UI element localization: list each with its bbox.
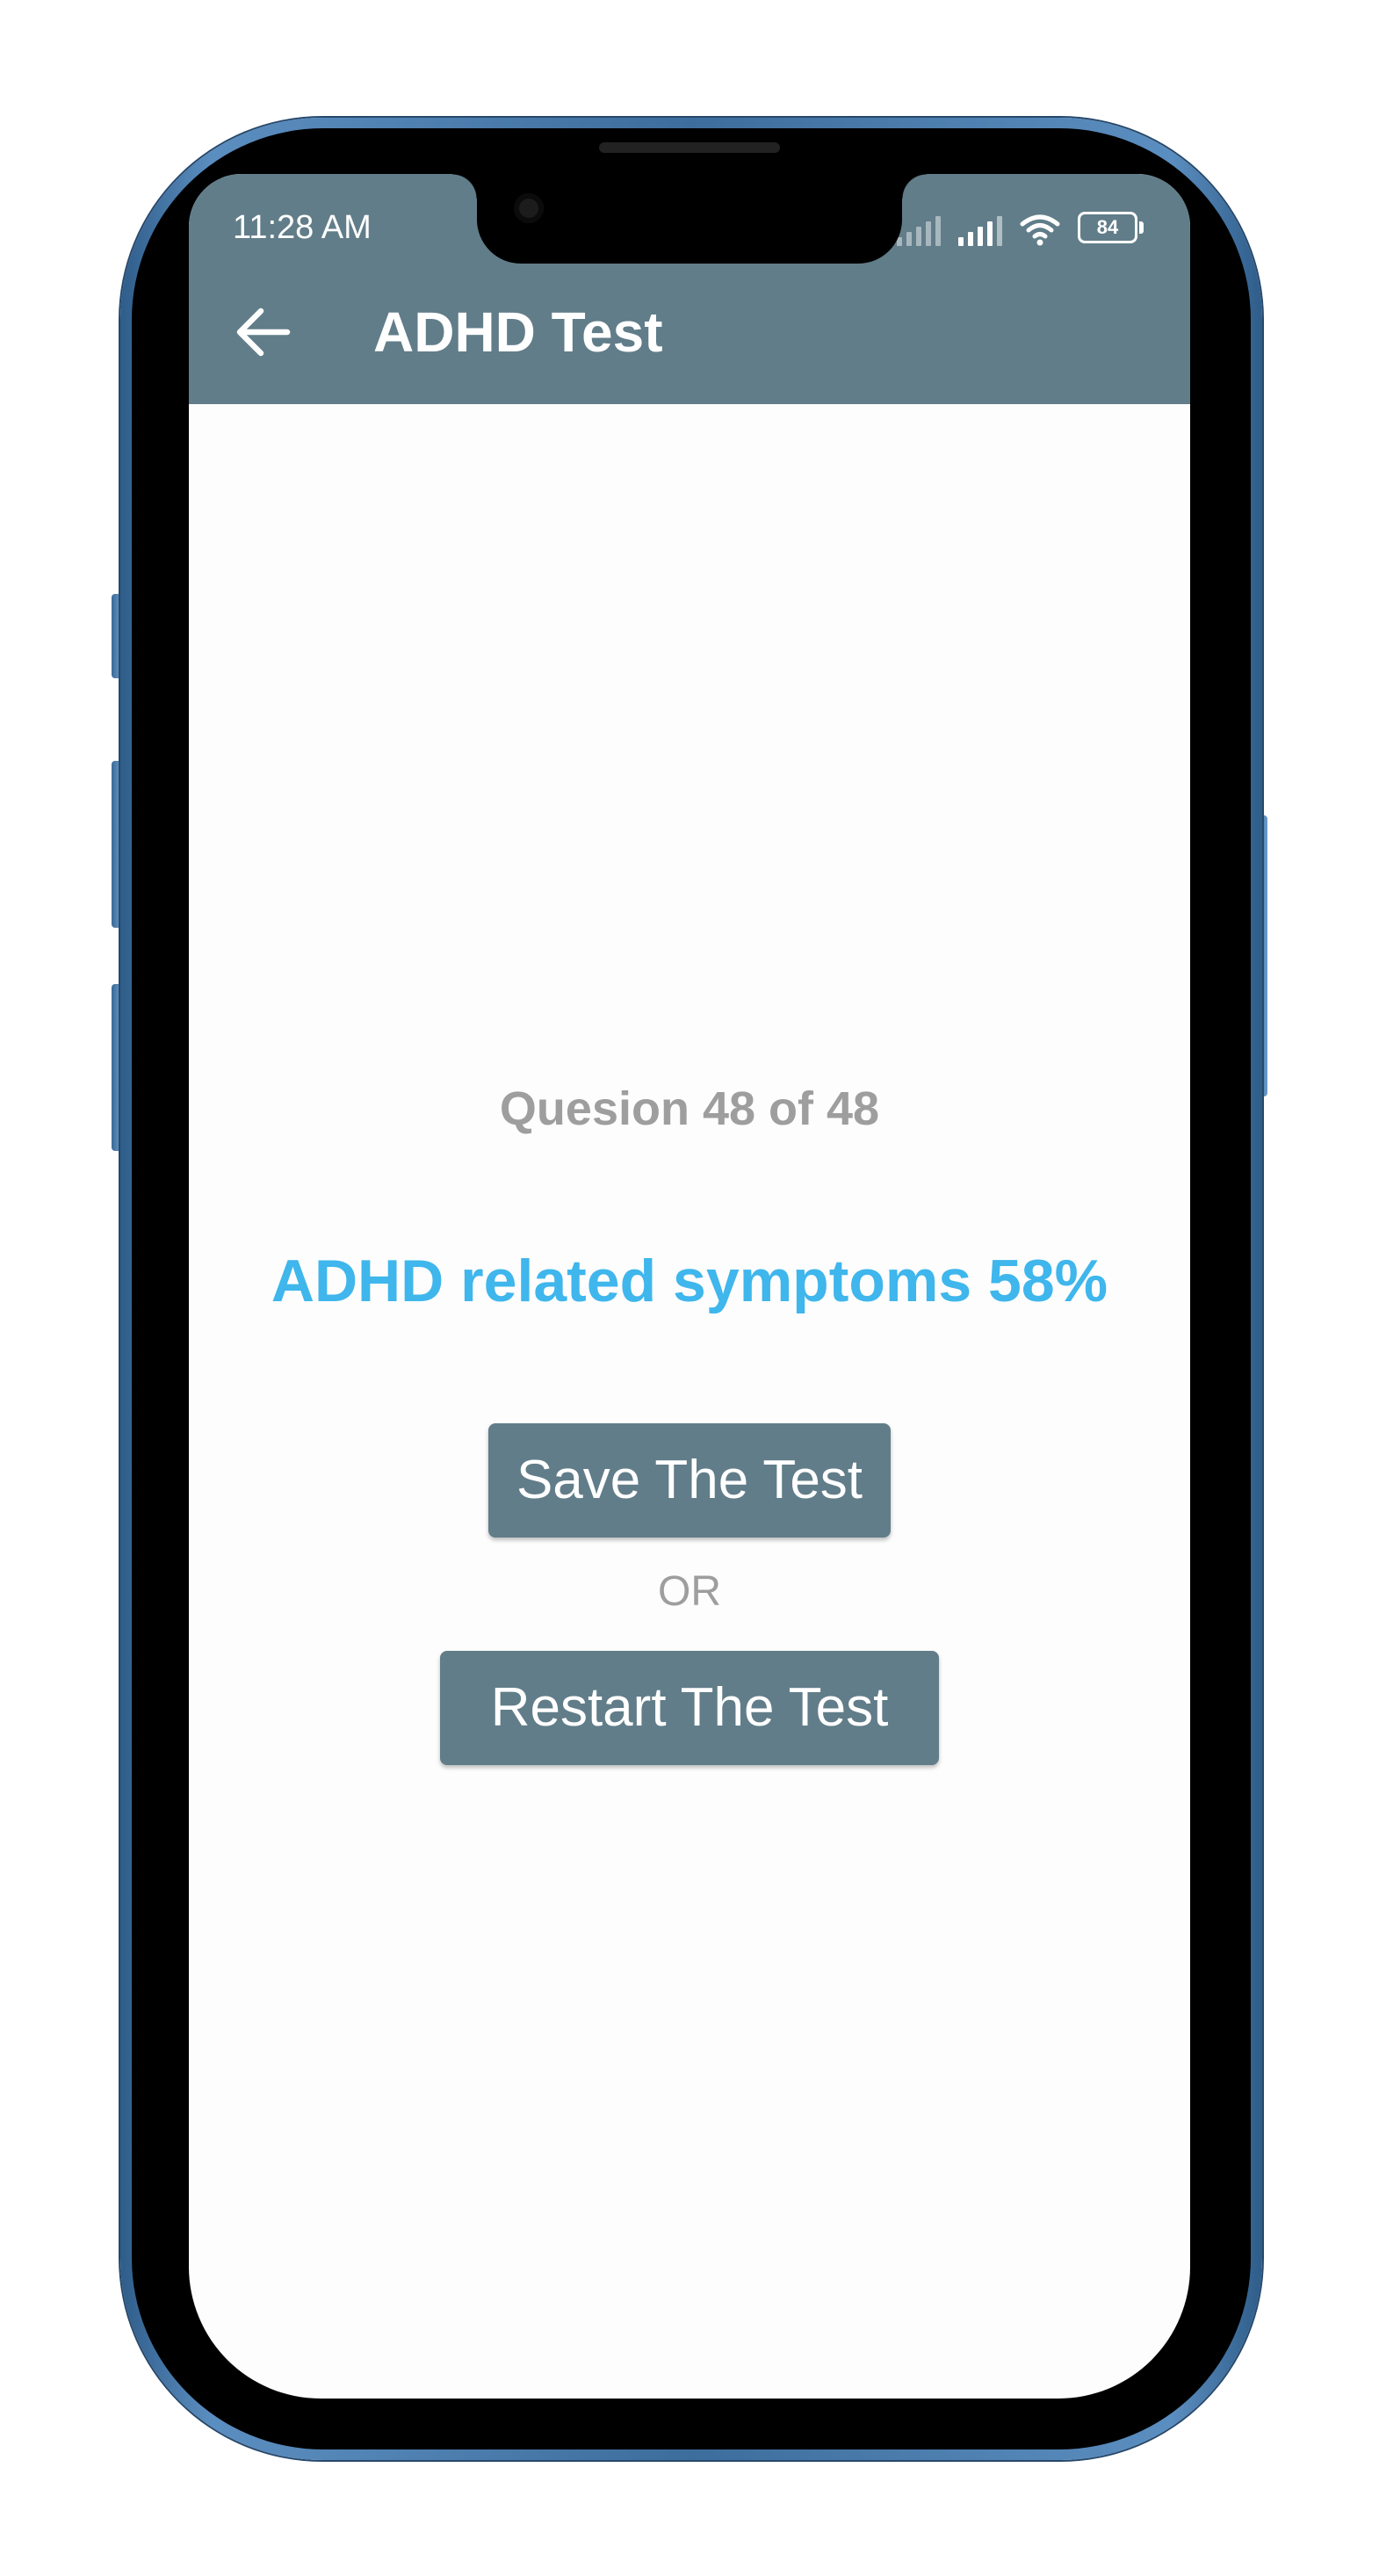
front-camera <box>514 193 544 223</box>
save-test-button[interactable]: Save The Test <box>488 1423 891 1538</box>
signal-icon <box>958 214 1002 246</box>
notch <box>452 174 927 264</box>
back-button[interactable] <box>227 297 298 367</box>
question-counter: Quesion 48 of 48 <box>499 1082 880 1135</box>
restart-test-button[interactable]: Restart The Test <box>440 1651 939 1765</box>
status-time: 11:28 AM <box>233 209 372 246</box>
speaker-grille <box>599 142 780 153</box>
status-icons: 84 <box>897 206 1144 246</box>
page-title: ADHD Test <box>373 300 663 364</box>
signal-weak-icon <box>897 214 941 246</box>
or-separator: OR <box>658 1568 721 1615</box>
phone-screen: 11:28 AM 84 ADHD Test Quesion 48 of 48 A… <box>189 174 1190 2399</box>
arrow-left-icon <box>236 308 291 357</box>
battery-icon: 84 <box>1078 212 1144 243</box>
result-score: ADHD related symptoms 58% <box>271 1248 1108 1314</box>
device-mockup: 11:28 AM 84 ADHD Test Quesion 48 of 48 A… <box>0 0 1379 2576</box>
result-content: Quesion 48 of 48 ADHD related symptoms 5… <box>189 404 1190 2399</box>
wifi-icon <box>1020 214 1060 246</box>
